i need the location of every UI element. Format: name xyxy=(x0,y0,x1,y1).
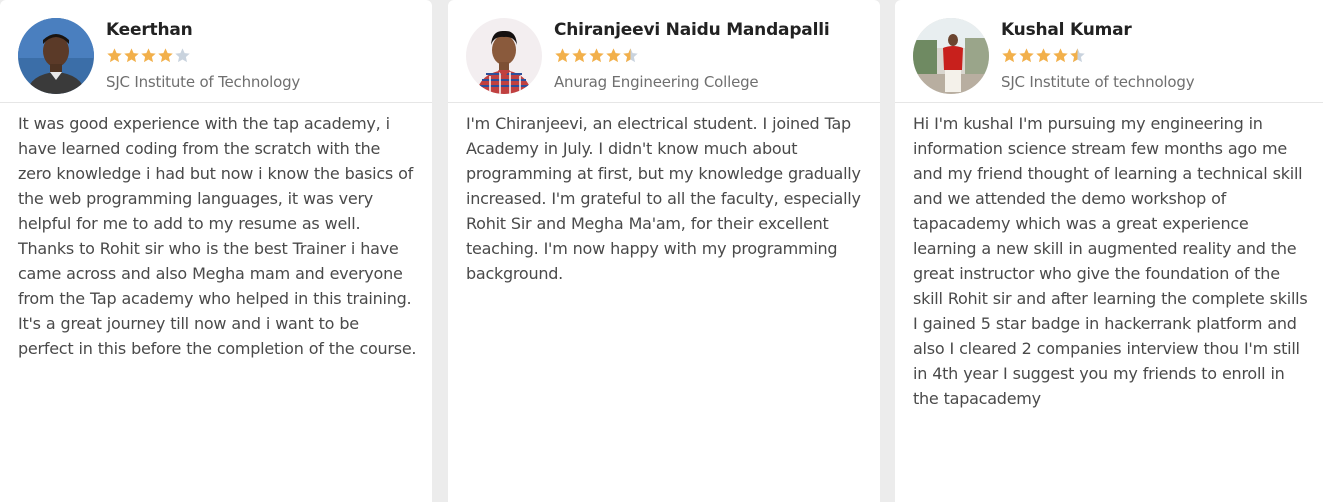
reviewer-name: Kushal Kumar xyxy=(1001,20,1132,40)
reviewer-name: Chiranjeevi Naidu Mandapalli xyxy=(554,20,830,40)
testimonials-section: Keerthan SJC Institute of Technology It … xyxy=(0,0,1323,502)
star-icon xyxy=(1036,48,1051,63)
reviewer-name: Keerthan xyxy=(106,20,193,40)
review-card: Kushal Kumar SJC Institute of technology… xyxy=(895,0,1323,502)
star-icon xyxy=(158,48,173,63)
avatar xyxy=(913,18,989,94)
review-card: Keerthan SJC Institute of Technology It … xyxy=(0,0,432,502)
reviewer-college: SJC Institute of technology xyxy=(1001,73,1195,91)
half-star-icon xyxy=(623,48,638,63)
review-card: Chiranjeevi Naidu Mandapalli Anurag Engi… xyxy=(448,0,880,502)
review-text: It was good experience with the tap acad… xyxy=(18,114,417,358)
review-header: Chiranjeevi Naidu Mandapalli Anurag Engi… xyxy=(448,0,880,103)
star-icon xyxy=(124,48,139,63)
star-icon xyxy=(1002,48,1017,63)
star-icon xyxy=(572,48,587,63)
star-rating xyxy=(106,47,191,67)
star-icon xyxy=(589,48,604,63)
review-header: Keerthan SJC Institute of Technology xyxy=(0,0,432,103)
reviewer-college: Anurag Engineering College xyxy=(554,73,759,91)
review-header: Kushal Kumar SJC Institute of technology xyxy=(895,0,1323,103)
review-text: I'm Chiranjeevi, an electrical student. … xyxy=(466,114,861,283)
avatar xyxy=(18,18,94,94)
star-icon xyxy=(555,48,570,63)
reviewer-college: SJC Institute of Technology xyxy=(106,73,301,91)
star-icon xyxy=(1053,48,1068,63)
star-icon xyxy=(606,48,621,63)
review-text: Hi I'm kushal I'm pursuing my engineerin… xyxy=(913,114,1308,408)
star-icon xyxy=(107,48,122,63)
star-rating xyxy=(554,47,639,67)
star-icon xyxy=(141,48,156,63)
half-star-icon xyxy=(1070,48,1085,63)
star-empty-icon xyxy=(175,48,190,63)
avatar xyxy=(466,18,542,94)
star-icon xyxy=(1019,48,1034,63)
star-rating xyxy=(1001,47,1086,67)
